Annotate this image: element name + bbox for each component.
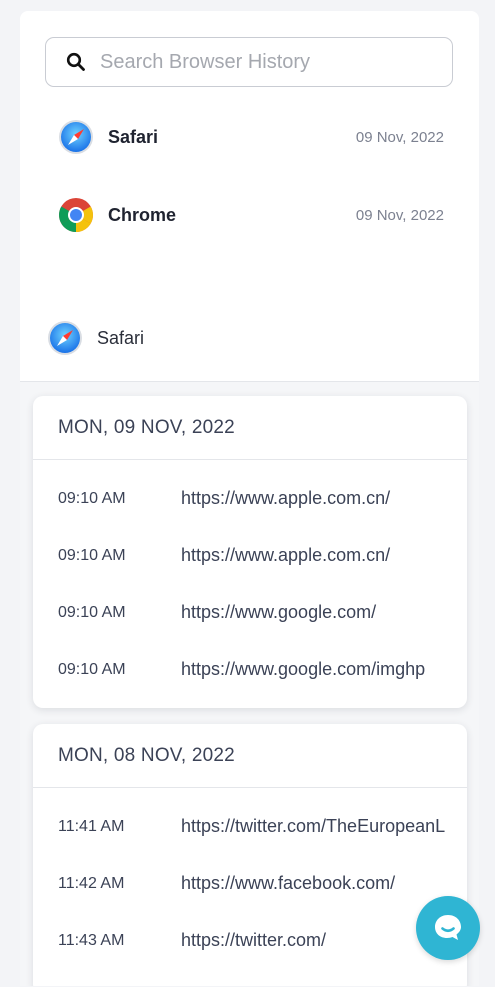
day-card: MON, 08 NOV, 2022 11:41 AM https://twitt… bbox=[33, 724, 467, 986]
search-input[interactable] bbox=[100, 50, 400, 74]
entry-time: 11:43 AM bbox=[58, 931, 125, 949]
browser-date: 09 Nov, 2022 bbox=[355, 206, 444, 224]
entry-url[interactable]: https://www.apple.com.cn/ bbox=[181, 545, 390, 566]
chat-icon bbox=[435, 915, 461, 940]
safari-icon bbox=[59, 120, 93, 154]
entry-time: 09:10 AM bbox=[58, 489, 126, 507]
browser-name: Chrome bbox=[108, 204, 177, 225]
entry-time: 11:41 AM bbox=[58, 817, 125, 835]
history-entry[interactable]: 09:10 AM https://www.apple.com.cn/ bbox=[33, 470, 467, 527]
day-title: MON, 08 NOV, 2022 bbox=[33, 724, 467, 788]
entry-url[interactable]: https://www.facebook.com/ bbox=[181, 873, 395, 894]
day-title: MON, 09 NOV, 2022 bbox=[33, 396, 467, 460]
entry-url[interactable]: https://www.google.com/imghp bbox=[181, 659, 425, 680]
day-card: MON, 09 NOV, 2022 09:10 AM https://www.a… bbox=[33, 396, 467, 708]
history-entry[interactable]: 09:10 AM https://www.google.com/imghp bbox=[33, 641, 467, 698]
entry-time: 09:10 AM bbox=[58, 660, 126, 678]
history-panel: Safari 09 Nov, 2022 Chrome 09 Nov, 2022 bbox=[20, 11, 479, 986]
history-entry[interactable]: 11:43 AM https://twitter.com/ bbox=[33, 912, 467, 969]
browser-date: 09 Nov, 2022 bbox=[355, 128, 444, 146]
entry-url[interactable]: https://twitter.com/TheEuropeanL bbox=[181, 816, 445, 837]
browser-item-chrome[interactable]: Chrome 09 Nov, 2022 bbox=[58, 193, 444, 237]
entry-time: 09:10 AM bbox=[58, 546, 126, 564]
chat-button[interactable] bbox=[416, 896, 480, 960]
chrome-icon bbox=[59, 198, 93, 232]
entry-url[interactable]: https://twitter.com/ bbox=[181, 930, 326, 951]
selected-browser-name: Safari bbox=[97, 327, 145, 348]
history-entry[interactable]: 11:41 AM https://twitter.com/TheEuropean… bbox=[33, 798, 467, 855]
entry-url[interactable]: https://www.apple.com.cn/ bbox=[181, 488, 390, 509]
entry-time: 09:10 AM bbox=[58, 603, 126, 621]
history-entry[interactable]: 09:10 AM https://www.google.com/ bbox=[33, 584, 467, 641]
browser-name: Safari bbox=[108, 126, 159, 147]
search-box[interactable] bbox=[45, 37, 453, 87]
safari-icon bbox=[48, 321, 82, 355]
entry-url[interactable]: https://www.google.com/ bbox=[181, 602, 376, 623]
history-entry[interactable]: 11:42 AM https://www.facebook.com/ bbox=[33, 855, 467, 912]
entry-time: 11:42 AM bbox=[58, 874, 125, 892]
history-entry[interactable]: 09:10 AM https://www.apple.com.cn/ bbox=[33, 527, 467, 584]
browser-item-safari[interactable]: Safari 09 Nov, 2022 bbox=[58, 115, 444, 159]
selected-browser: Safari bbox=[47, 320, 144, 356]
search-icon bbox=[66, 52, 86, 72]
